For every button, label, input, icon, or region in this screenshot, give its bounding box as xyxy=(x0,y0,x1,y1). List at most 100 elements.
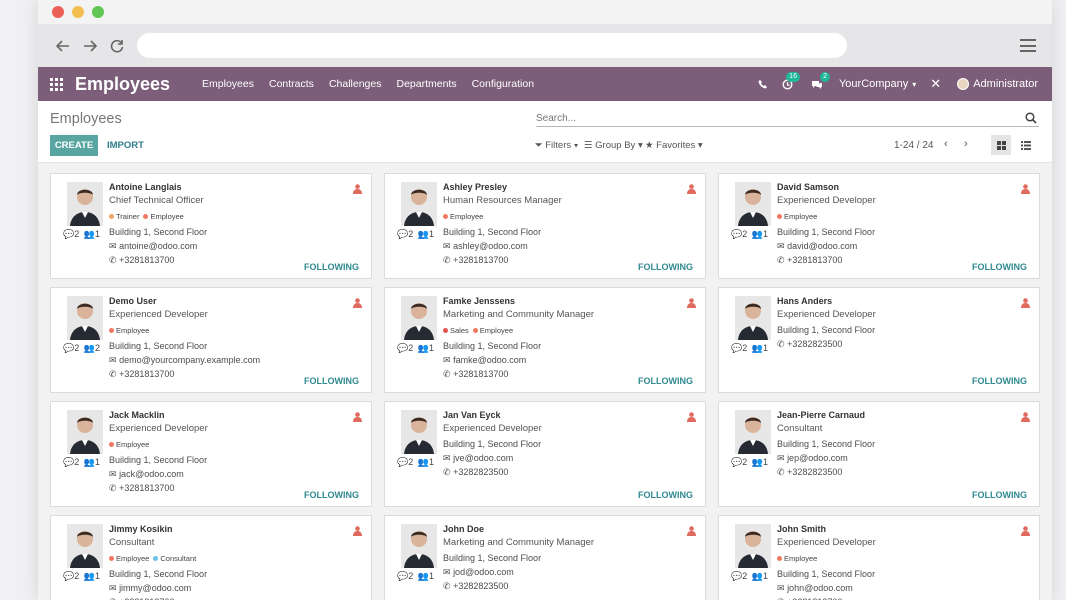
activity-icon[interactable]: 16 xyxy=(782,71,800,90)
favorites-dropdown[interactable]: ★ Favorites ▾ xyxy=(645,140,703,151)
employee-name[interactable]: Jimmy Kosikin xyxy=(109,522,351,536)
employee-name[interactable]: John Doe xyxy=(443,522,685,536)
comments-icon[interactable]: 💬 xyxy=(731,229,742,239)
following-button[interactable]: FOLLOWING xyxy=(638,262,693,272)
back-arrow-icon[interactable] xyxy=(50,33,76,59)
employee-email[interactable]: ashley@odoo.com xyxy=(453,241,528,251)
menu-challenges[interactable]: Challenges xyxy=(329,78,382,90)
employee-email[interactable]: jve@odoo.com xyxy=(453,453,513,463)
comments-icon[interactable]: 💬 xyxy=(63,457,74,467)
comments-icon[interactable]: 💬 xyxy=(731,457,742,467)
hamburger-menu-icon[interactable] xyxy=(1020,39,1036,56)
employee-email[interactable]: antoine@odoo.com xyxy=(119,241,197,251)
employee-name[interactable]: Jack Macklin xyxy=(109,408,351,422)
followers-icon[interactable]: 👥 xyxy=(418,571,429,581)
comments-icon[interactable]: 💬 xyxy=(63,343,74,353)
following-button[interactable]: FOLLOWING xyxy=(972,262,1027,272)
employee-email[interactable]: demo@yourcompany.example.com xyxy=(119,355,260,365)
maximize-window-dot[interactable] xyxy=(92,6,104,18)
employee-card[interactable]: Antoine Langlais Chief Technical Officer… xyxy=(50,173,372,279)
address-bar[interactable] xyxy=(137,33,847,58)
search-input[interactable] xyxy=(536,111,1039,127)
apps-grid-icon[interactable] xyxy=(50,77,63,91)
employee-card[interactable]: Famke Jenssens Marketing and Community M… xyxy=(384,287,706,393)
employee-card[interactable]: Demo User Experienced Developer Employee… xyxy=(50,287,372,393)
app-title[interactable]: Employees xyxy=(75,74,170,95)
comments-icon[interactable]: 💬 xyxy=(63,571,74,581)
employee-email[interactable]: famke@odoo.com xyxy=(453,355,526,365)
employee-card[interactable]: Jean-Pierre Carnaud Consultant Building … xyxy=(718,401,1040,507)
employee-name[interactable]: Ashley Presley xyxy=(443,180,685,194)
followers-icon[interactable]: 👥 xyxy=(84,343,95,353)
phone-icon[interactable] xyxy=(758,79,768,89)
group-by-dropdown[interactable]: ☰ Group By ▾ xyxy=(584,140,643,151)
followers-icon[interactable]: 👥 xyxy=(752,457,763,467)
followers-icon[interactable]: 👥 xyxy=(84,229,95,239)
employee-name[interactable]: Demo User xyxy=(109,294,351,308)
messages-icon[interactable]: 2 xyxy=(811,71,830,90)
comments-icon[interactable]: 💬 xyxy=(731,343,742,353)
followers-icon[interactable]: 👥 xyxy=(752,343,763,353)
employee-email[interactable]: jimmy@odoo.com xyxy=(119,583,191,593)
reload-icon[interactable] xyxy=(104,33,130,59)
employee-name[interactable]: John Smith xyxy=(777,522,1019,536)
employee-name[interactable]: Jean-Pierre Carnaud xyxy=(777,408,1019,422)
employee-card[interactable]: John Smith Experienced Developer Employe… xyxy=(718,515,1040,600)
comments-icon[interactable]: 💬 xyxy=(397,457,408,467)
employee-card[interactable]: David Samson Experienced Developer Emplo… xyxy=(718,173,1040,279)
followers-icon[interactable]: 👥 xyxy=(752,229,763,239)
comments-icon[interactable]: 💬 xyxy=(397,229,408,239)
employee-email[interactable]: jod@odoo.com xyxy=(453,567,514,577)
employee-card[interactable]: Jan Van Eyck Experienced Developer Build… xyxy=(384,401,706,507)
following-button[interactable]: FOLLOWING xyxy=(638,490,693,500)
list-view-button[interactable] xyxy=(1016,135,1036,155)
employee-card[interactable]: Jack Macklin Experienced Developer Emplo… xyxy=(50,401,372,507)
menu-employees[interactable]: Employees xyxy=(202,78,254,90)
following-button[interactable]: FOLLOWING xyxy=(638,376,693,386)
following-button[interactable]: FOLLOWING xyxy=(304,376,359,386)
debug-tools-icon[interactable]: ✕ xyxy=(930,76,941,92)
followers-icon[interactable]: 👥 xyxy=(418,457,429,467)
employee-email[interactable]: jep@odoo.com xyxy=(787,453,848,463)
pager-next-icon[interactable]: › xyxy=(964,138,968,150)
create-button[interactable]: CREATE xyxy=(50,135,98,156)
employee-card[interactable]: Ashley Presley Human Resources Manager E… xyxy=(384,173,706,279)
followers-icon[interactable]: 👥 xyxy=(752,571,763,581)
user-menu[interactable]: Administrator xyxy=(957,78,1038,90)
employee-email[interactable]: john@odoo.com xyxy=(787,583,853,593)
kanban-view-button[interactable] xyxy=(991,135,1011,155)
comments-icon[interactable]: 💬 xyxy=(397,571,408,581)
followers-icon[interactable]: 👥 xyxy=(418,343,429,353)
employee-card[interactable]: Jimmy Kosikin Consultant Employee Consult… xyxy=(50,515,372,600)
employee-card[interactable]: Hans Anders Experienced Developer Buildi… xyxy=(718,287,1040,393)
following-button[interactable]: FOLLOWING xyxy=(972,376,1027,386)
minimize-window-dot[interactable] xyxy=(72,6,84,18)
filters-dropdown[interactable]: ⏷ Filters ▾ xyxy=(535,140,578,151)
comments-icon[interactable]: 💬 xyxy=(63,229,74,239)
employee-email[interactable]: jack@odoo.com xyxy=(119,469,184,479)
employee-email[interactable]: david@odoo.com xyxy=(787,241,857,251)
pager-previous-icon[interactable]: ‹ xyxy=(944,138,948,150)
comments-icon[interactable]: 💬 xyxy=(397,343,408,353)
followers-icon[interactable]: 👥 xyxy=(84,457,95,467)
menu-departments[interactable]: Departments xyxy=(396,78,456,90)
employee-card[interactable]: John Doe Marketing and Community Manager… xyxy=(384,515,706,600)
menu-contracts[interactable]: Contracts xyxy=(269,78,314,90)
employee-name[interactable]: Jan Van Eyck xyxy=(443,408,685,422)
following-button[interactable]: FOLLOWING xyxy=(304,262,359,272)
import-button[interactable]: IMPORT xyxy=(107,140,144,151)
employee-name[interactable]: David Samson xyxy=(777,180,1019,194)
employee-name[interactable]: Antoine Langlais xyxy=(109,180,351,194)
following-button[interactable]: FOLLOWING xyxy=(972,490,1027,500)
company-switcher[interactable]: YourCompany ▾ xyxy=(839,78,916,90)
followers-icon[interactable]: 👥 xyxy=(84,571,95,581)
menu-configuration[interactable]: Configuration xyxy=(472,78,534,90)
forward-arrow-icon[interactable] xyxy=(77,33,103,59)
comments-icon[interactable]: 💬 xyxy=(731,571,742,581)
employee-name[interactable]: Famke Jenssens xyxy=(443,294,685,308)
employee-name[interactable]: Hans Anders xyxy=(777,294,1019,308)
followers-icon[interactable]: 👥 xyxy=(418,229,429,239)
search-icon[interactable] xyxy=(1025,111,1037,129)
pager-value[interactable]: 1-24 / 24 xyxy=(894,140,933,151)
following-button[interactable]: FOLLOWING xyxy=(304,490,359,500)
